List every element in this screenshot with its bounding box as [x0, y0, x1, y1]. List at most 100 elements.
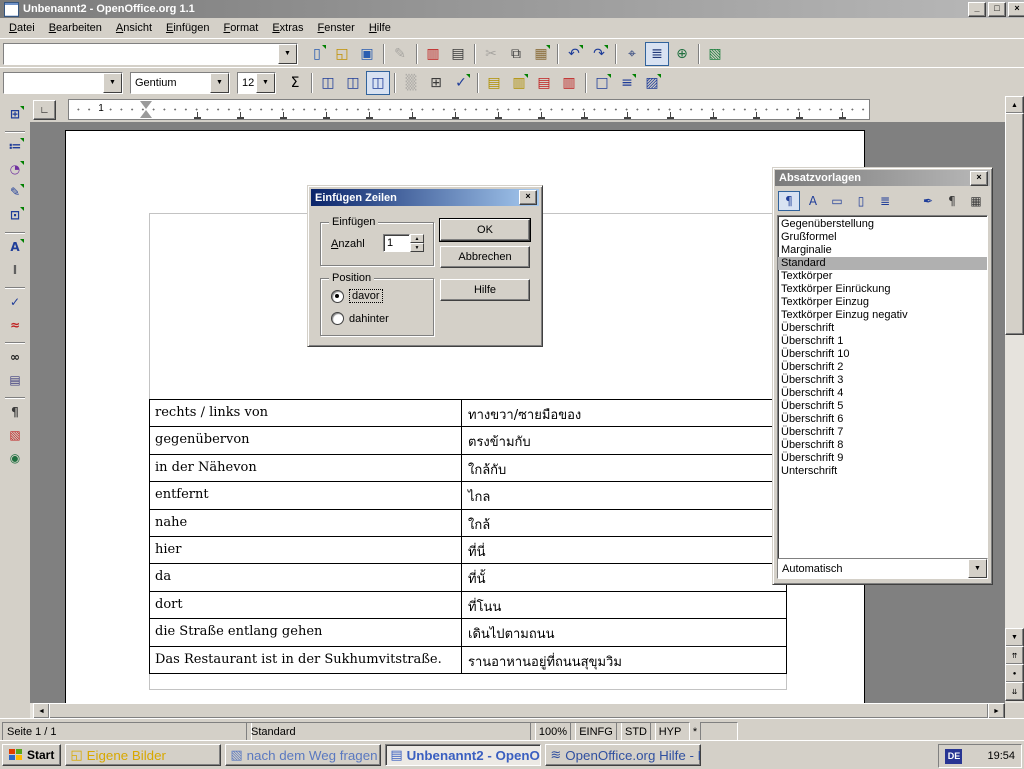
table-cell-thai[interactable]: รานอาหานอยู่ที่ถนนสุขุมวิม	[462, 647, 786, 673]
redo-button[interactable]: ↷	[587, 42, 611, 66]
style-list-item[interactable]: Unterschrift	[778, 465, 987, 478]
menu-item[interactable]: Fenster	[311, 19, 362, 37]
character-styles-button[interactable]: A	[802, 191, 824, 211]
sum-button[interactable]: Σ	[283, 71, 307, 95]
table-cell-german[interactable]: dort	[150, 592, 462, 618]
table-cell-german[interactable]: die Straße entlang gehen	[150, 619, 462, 645]
dahinter-radio[interactable]	[331, 312, 344, 325]
table-cell-thai[interactable]: ทางขวา/ซายมือของ	[462, 400, 786, 426]
ruler-tab-stop[interactable]	[366, 112, 373, 119]
autospellcheck-button[interactable]: ≈	[3, 314, 27, 335]
ruler-tab-stop[interactable]	[280, 112, 287, 119]
copy-button[interactable]: ⧉	[504, 42, 528, 66]
autoformat-button[interactable]: ✓	[449, 71, 473, 95]
document-table[interactable]: rechts / links von ทางขวา/ซายมือของ gege…	[149, 399, 787, 674]
ruler-tab-stop[interactable]	[538, 112, 545, 119]
dialog-close-button[interactable]: ×	[519, 190, 537, 205]
anzahl-value[interactable]: 1	[383, 234, 410, 252]
close-button[interactable]: ×	[1008, 2, 1024, 17]
font-size-combobox[interactable]: 12 ▼	[237, 72, 276, 94]
minimize-button[interactable]: _	[968, 2, 986, 17]
insert-graphics-button[interactable]: ▧	[703, 42, 727, 66]
table-cell-german[interactable]: hier	[150, 537, 462, 563]
style-list-item[interactable]: Überschrift	[778, 322, 987, 335]
merge-cells-button[interactable]: ◫	[316, 71, 340, 95]
table-cell-thai[interactable]: ไกล	[462, 482, 786, 508]
task-writer-document[interactable]: ▤ Unbenannt2 - OpenOf...	[385, 744, 541, 766]
spin-up-button[interactable]: ▲	[410, 234, 424, 243]
title-bar[interactable]: Unbenannt2 - OpenOffice.org 1.1 _ □ ×	[0, 0, 1024, 18]
online-layout-button[interactable]: ◉	[3, 447, 27, 468]
find-replace-button[interactable]: ∞	[3, 346, 27, 367]
autotext-button[interactable]: A	[3, 236, 27, 257]
cell-span-button[interactable]: ◫	[366, 71, 390, 95]
style-list-item[interactable]: Überschrift 5	[778, 400, 987, 413]
insert-object-button[interactable]: ◔	[3, 158, 27, 179]
table-borders-button[interactable]: ⊞	[424, 71, 448, 95]
anzahl-spinner[interactable]: 1 ▲ ▼	[383, 234, 424, 252]
style-list-item[interactable]: Textkörper Einzug negativ	[778, 309, 987, 322]
ruler-tab-stop[interactable]	[667, 112, 674, 119]
help-button[interactable]: Hilfe	[440, 279, 530, 301]
style-list-item[interactable]: Gegenüberstellung	[778, 218, 987, 231]
table-cell-thai[interactable]: ที่โนน	[462, 592, 786, 618]
print-button[interactable]: ▤	[446, 42, 470, 66]
ruler-tab-stop[interactable]	[452, 112, 459, 119]
style-list-item[interactable]: Überschrift 7	[778, 426, 987, 439]
font-size-value[interactable]: 12	[238, 73, 256, 93]
tab-type-selector-button[interactable]: ∟	[33, 100, 56, 120]
new-style-from-selection-button[interactable]: ¶	[941, 191, 963, 211]
style-filter-combobox[interactable]: Automatisch ▼	[777, 558, 988, 579]
ruler-tab-stop[interactable]	[581, 112, 588, 119]
davor-label[interactable]: davor	[349, 289, 383, 303]
draw-functions-button[interactable]: ✎	[3, 181, 27, 202]
url-combobox[interactable]: ▼	[3, 43, 298, 65]
style-filter-dropdown-button[interactable]: ▼	[968, 559, 987, 578]
paragraph-style-dropdown-button[interactable]: ▼	[103, 73, 122, 93]
menu-item[interactable]: Bearbeiten	[42, 19, 109, 37]
page-styles-button[interactable]: ▯	[850, 191, 872, 211]
fill-format-button[interactable]: ✒	[917, 191, 939, 211]
ruler-tab-stop[interactable]	[796, 112, 803, 119]
stylist-title-bar[interactable]: Absatzvorlagen ×	[775, 170, 990, 186]
vertical-scroll-thumb[interactable]	[1005, 113, 1024, 335]
menu-item[interactable]: Ansicht	[109, 19, 159, 37]
insert-rows-dialog[interactable]: Einfügen Zeilen × Einfügen Anzahl 1 ▲ ▼ …	[307, 185, 543, 347]
border-color-button[interactable]: ▨	[640, 71, 664, 95]
table-cell-german[interactable]: entfernt	[150, 482, 462, 508]
table-cell-thai[interactable]: ใกล้กับ	[462, 455, 786, 481]
delete-column-button[interactable]: ▥	[557, 71, 581, 95]
previous-page-button[interactable]: ⇈	[1005, 646, 1024, 665]
scroll-left-button[interactable]: ◄	[33, 703, 50, 719]
style-list-item[interactable]: Überschrift 10	[778, 348, 987, 361]
ruler-tab-stop[interactable]	[194, 112, 201, 119]
graphics-onoff-button[interactable]: ▧	[3, 424, 27, 445]
next-page-button[interactable]: ⇊	[1005, 682, 1024, 701]
start-button[interactable]: Start	[2, 744, 61, 766]
ruler-tab-stop[interactable]	[323, 112, 330, 119]
style-list-item[interactable]: Grußformel	[778, 231, 987, 244]
stylist-window[interactable]: Absatzvorlagen × ¶A▭▯≣ ✒¶▦ Gegenüberstel…	[772, 167, 993, 585]
frame-styles-button[interactable]: ▭	[826, 191, 848, 211]
export-pdf-button[interactable]: ▥	[421, 42, 445, 66]
maximize-button[interactable]: □	[988, 2, 1006, 17]
style-list-item[interactable]: Standard	[778, 257, 987, 270]
dahinter-radio-row[interactable]: dahinter	[331, 312, 389, 325]
update-style-button[interactable]: ▦	[965, 191, 987, 211]
new-document-button[interactable]: ▯	[305, 42, 329, 66]
task-help-window[interactable]: ≋ OpenOffice.org Hilfe - H...	[545, 744, 701, 766]
table-cell-thai[interactable]: ตรงข้ามกับ	[462, 427, 786, 453]
table-cell-thai[interactable]: ใกล้	[462, 510, 786, 536]
split-cells-button[interactable]: ◫	[341, 71, 365, 95]
keyboard-layout-indicator[interactable]: DE	[945, 749, 962, 764]
davor-radio[interactable]	[331, 290, 344, 303]
paragraph-styles-button[interactable]: ¶	[778, 191, 800, 211]
font-name-value[interactable]: Gentium	[131, 73, 210, 93]
gallery-button[interactable]: ⊕	[670, 42, 694, 66]
menu-item[interactable]: Einfügen	[159, 19, 216, 37]
style-list-item[interactable]: Überschrift 1	[778, 335, 987, 348]
style-list-item[interactable]: Überschrift 8	[778, 439, 987, 452]
menu-item[interactable]: Hilfe	[362, 19, 398, 37]
ok-button[interactable]: OK	[440, 219, 530, 241]
insert-column-button[interactable]: ▥	[507, 71, 531, 95]
